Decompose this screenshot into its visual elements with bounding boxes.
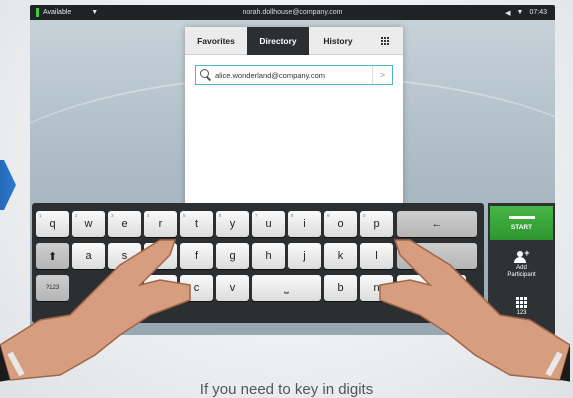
key-h[interactable]: h	[252, 243, 285, 269]
tab-favorites[interactable]: Favorites	[185, 27, 247, 55]
tab-history[interactable]: History	[309, 27, 367, 55]
search-input[interactable]: alice.wonderland@company.com	[215, 71, 372, 80]
tab-directory[interactable]: Directory	[247, 27, 309, 55]
tab-keypad[interactable]	[367, 27, 403, 55]
status-right-group: ◀︎ ▼ 07:43	[505, 9, 547, 17]
directory-panel: Favorites Directory History alice.wonder…	[185, 27, 403, 217]
clock: 07:43	[529, 8, 547, 16]
key-j[interactable]: j	[288, 243, 321, 269]
volume-icon[interactable]: ◀︎	[505, 9, 510, 17]
keypad-grid-icon	[381, 37, 389, 45]
instruction-caption: If you need to key in digits	[199, 381, 374, 398]
key-v[interactable]: v	[216, 275, 249, 301]
key-y[interactable]: 6y	[216, 211, 249, 237]
account-name: norah.dollhouse@company.com	[242, 9, 343, 16]
tab-bar: Favorites Directory History	[185, 27, 403, 55]
status-bar: Available ▼ norah.dollhouse@company.com …	[30, 5, 555, 20]
key-u[interactable]: 7u	[252, 211, 285, 237]
key-k[interactable]: k	[324, 243, 357, 269]
key-i[interactable]: 8i	[288, 211, 321, 237]
settings-dropdown-icon[interactable]: ▼	[517, 9, 524, 17]
search-field[interactable]: alice.wonderland@company.com >	[195, 65, 393, 85]
key-o[interactable]: 9o	[324, 211, 357, 237]
search-go-button[interactable]: >	[372, 66, 392, 84]
left-hand-illustration	[0, 239, 191, 382]
key-b[interactable]: b	[324, 275, 357, 301]
space-key[interactable]: ⎵	[252, 275, 321, 301]
start-bar-icon	[508, 215, 535, 219]
search-icon	[199, 68, 213, 82]
key-g[interactable]: g	[216, 243, 249, 269]
right-hand-illustration	[379, 239, 570, 382]
